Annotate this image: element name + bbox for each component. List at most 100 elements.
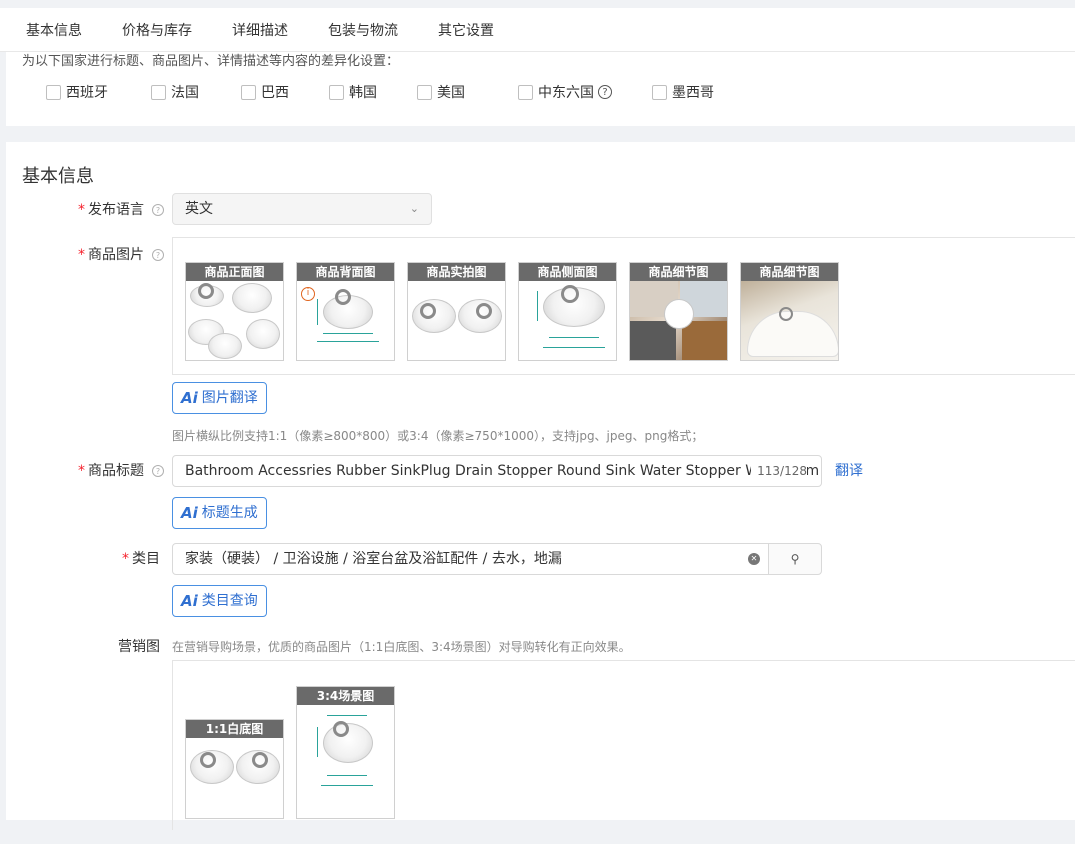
section-tabs: 基本信息 价格与库存 详细描述 包装与物流 其它设置 bbox=[0, 8, 1075, 52]
dimension-line bbox=[327, 775, 367, 776]
checkbox-france[interactable]: 法国 bbox=[151, 82, 199, 102]
image-type-label: 商品实拍图 bbox=[408, 263, 505, 281]
required-mark: * bbox=[78, 202, 85, 218]
image-type-label: 商品正面图 bbox=[186, 263, 283, 281]
product-title-input[interactable]: Bathroom Accessries Rubber SinkPlug Drai… bbox=[172, 455, 822, 487]
label-text: 发布语言 bbox=[88, 202, 144, 218]
required-mark: * bbox=[78, 463, 85, 479]
country-differentiation-panel: 为以下国家进行标题、商品图片、详情描述等内容的差异化设置： 西班牙 法国 巴西 … bbox=[6, 52, 1075, 126]
help-icon[interactable]: ? bbox=[152, 204, 164, 216]
checkbox-box[interactable] bbox=[46, 84, 61, 100]
checkbox-korea[interactable]: 韩国 bbox=[329, 82, 377, 102]
button-label: 类目查询 bbox=[201, 593, 258, 609]
category-input[interactable]: 家装（硬装） / 卫浴设施 / 浴室台盆及浴缸配件 / 去水，地漏 ✕ bbox=[172, 543, 769, 575]
product-image-thumb[interactable]: 商品细节图 bbox=[740, 262, 839, 361]
tab-packaging[interactable]: 包装与物流 bbox=[328, 20, 398, 40]
checkbox-brazil[interactable]: 巴西 bbox=[241, 82, 289, 102]
checkbox-mexico[interactable]: 墨西哥 bbox=[652, 82, 714, 102]
image-type-label: 商品侧面图 bbox=[519, 263, 616, 281]
checkbox-box[interactable] bbox=[241, 84, 256, 100]
checkbox-box[interactable] bbox=[151, 84, 166, 100]
chain-ring bbox=[200, 752, 216, 768]
chain-ring bbox=[779, 307, 793, 321]
dimension-line bbox=[323, 333, 373, 334]
chain-ring bbox=[333, 721, 349, 737]
label-text: 商品标题 bbox=[88, 463, 144, 479]
product-image-thumb[interactable]: 商品侧面图 bbox=[518, 262, 617, 361]
image-translate-button[interactable]: Ai 图片翻译 bbox=[172, 382, 267, 414]
product-image bbox=[741, 281, 838, 360]
language-label: * 发布语言? bbox=[78, 199, 164, 219]
chain-ring bbox=[335, 289, 351, 305]
input-value: Bathroom Accessries Rubber SinkPlug Drai… bbox=[185, 463, 820, 479]
image-type-label: 1:1白底图 bbox=[186, 720, 283, 738]
product-image-thumb[interactable]: 商品正面图 bbox=[185, 262, 284, 361]
chain-ring bbox=[198, 283, 214, 299]
product-image-thumb[interactable]: i 商品背面图 bbox=[296, 262, 395, 361]
category-search-button[interactable]: ⚲ bbox=[768, 543, 822, 575]
title-generate-button[interactable]: Ai 标题生成 bbox=[172, 497, 267, 529]
product-title-label: * 商品标题? bbox=[78, 460, 164, 480]
marketing-images-area: 1:1白底图 3:4场景图 bbox=[172, 660, 1075, 830]
help-icon[interactable]: ? bbox=[598, 85, 612, 99]
chain-ring bbox=[561, 285, 579, 303]
checkbox-middle-east[interactable]: 中东六国 ? bbox=[518, 82, 612, 102]
product-edit-page: 基本信息 价格与库存 详细描述 包装与物流 其它设置 为以下国家进行标题、商品图… bbox=[0, 0, 1075, 844]
scene-photo bbox=[630, 321, 676, 360]
scene-photo bbox=[682, 321, 727, 360]
plug-drawing bbox=[664, 299, 694, 329]
chain-ring bbox=[476, 303, 492, 319]
marketing-image-thumb[interactable]: 3:4场景图 bbox=[296, 686, 395, 819]
chevron-down-icon: ⌄ bbox=[409, 202, 419, 215]
marketing-image bbox=[186, 738, 283, 818]
checkbox-usa[interactable]: 美国 bbox=[417, 82, 465, 102]
checkbox-box[interactable] bbox=[652, 84, 667, 100]
image-type-label: 商品细节图 bbox=[741, 263, 838, 281]
checkbox-box[interactable] bbox=[329, 84, 344, 100]
checkbox-label: 中东六国 bbox=[538, 85, 594, 101]
image-type-label: 商品背面图 bbox=[297, 263, 394, 281]
section-title: 基本信息 bbox=[22, 166, 94, 187]
marketing-images-hint: 在营销导购场景，优质的商品图片（1:1白底图、3:4场景图）对导购转化有正向效果… bbox=[172, 640, 631, 654]
dimension-line bbox=[321, 785, 373, 786]
checkbox-label: 法国 bbox=[171, 85, 199, 101]
marketing-image-thumb[interactable]: 1:1白底图 bbox=[185, 719, 284, 819]
button-label: 图片翻译 bbox=[201, 390, 258, 406]
required-mark: * bbox=[122, 551, 129, 567]
bathtub-shape bbox=[747, 311, 838, 357]
category-label: * 类目 bbox=[122, 548, 160, 568]
product-image-thumb[interactable]: 商品实拍图 bbox=[407, 262, 506, 361]
help-icon[interactable]: ? bbox=[152, 249, 164, 261]
label-text: 类目 bbox=[132, 551, 160, 567]
label-text: 商品图片 bbox=[88, 247, 144, 263]
tab-description[interactable]: 详细描述 bbox=[232, 20, 288, 40]
product-image bbox=[408, 281, 505, 360]
checkbox-box[interactable] bbox=[518, 84, 533, 100]
checkbox-spain[interactable]: 西班牙 bbox=[46, 82, 108, 102]
product-image bbox=[630, 281, 727, 360]
image-type-label: 商品细节图 bbox=[630, 263, 727, 281]
char-counter: 113/128 bbox=[751, 456, 807, 486]
tab-price-stock[interactable]: 价格与库存 bbox=[122, 20, 192, 40]
category-query-button[interactable]: Ai 类目查询 bbox=[172, 585, 267, 617]
ai-icon: Ai bbox=[181, 389, 198, 407]
checkbox-box[interactable] bbox=[417, 84, 432, 100]
checkbox-label: 墨西哥 bbox=[672, 85, 714, 101]
help-icon[interactable]: ? bbox=[152, 465, 164, 477]
tab-other-settings[interactable]: 其它设置 bbox=[438, 20, 494, 40]
button-label: 标题生成 bbox=[201, 505, 258, 521]
ai-icon: Ai bbox=[181, 504, 198, 522]
clear-icon[interactable]: ✕ bbox=[748, 553, 760, 565]
plug-drawing bbox=[208, 333, 242, 359]
product-image-thumb[interactable]: 商品细节图 bbox=[629, 262, 728, 361]
translate-link[interactable]: 翻译 bbox=[835, 460, 863, 480]
product-images-label: * 商品图片? bbox=[78, 244, 164, 264]
image-type-label: 3:4场景图 bbox=[297, 687, 394, 705]
country-checkbox-group: 西班牙 法国 巴西 韩国 美国 中东六国 ? 墨西哥 bbox=[46, 82, 714, 102]
language-select[interactable]: 英文 ⌄ bbox=[172, 193, 432, 225]
dimension-line bbox=[317, 727, 318, 757]
image-format-hint: 图片横纵比例支持1:1（像素≥800*800）或3:4（像素≥750*1000）… bbox=[172, 429, 704, 443]
tab-basic-info[interactable]: 基本信息 bbox=[26, 20, 82, 40]
required-mark: * bbox=[78, 247, 85, 263]
chain-ring bbox=[252, 752, 268, 768]
